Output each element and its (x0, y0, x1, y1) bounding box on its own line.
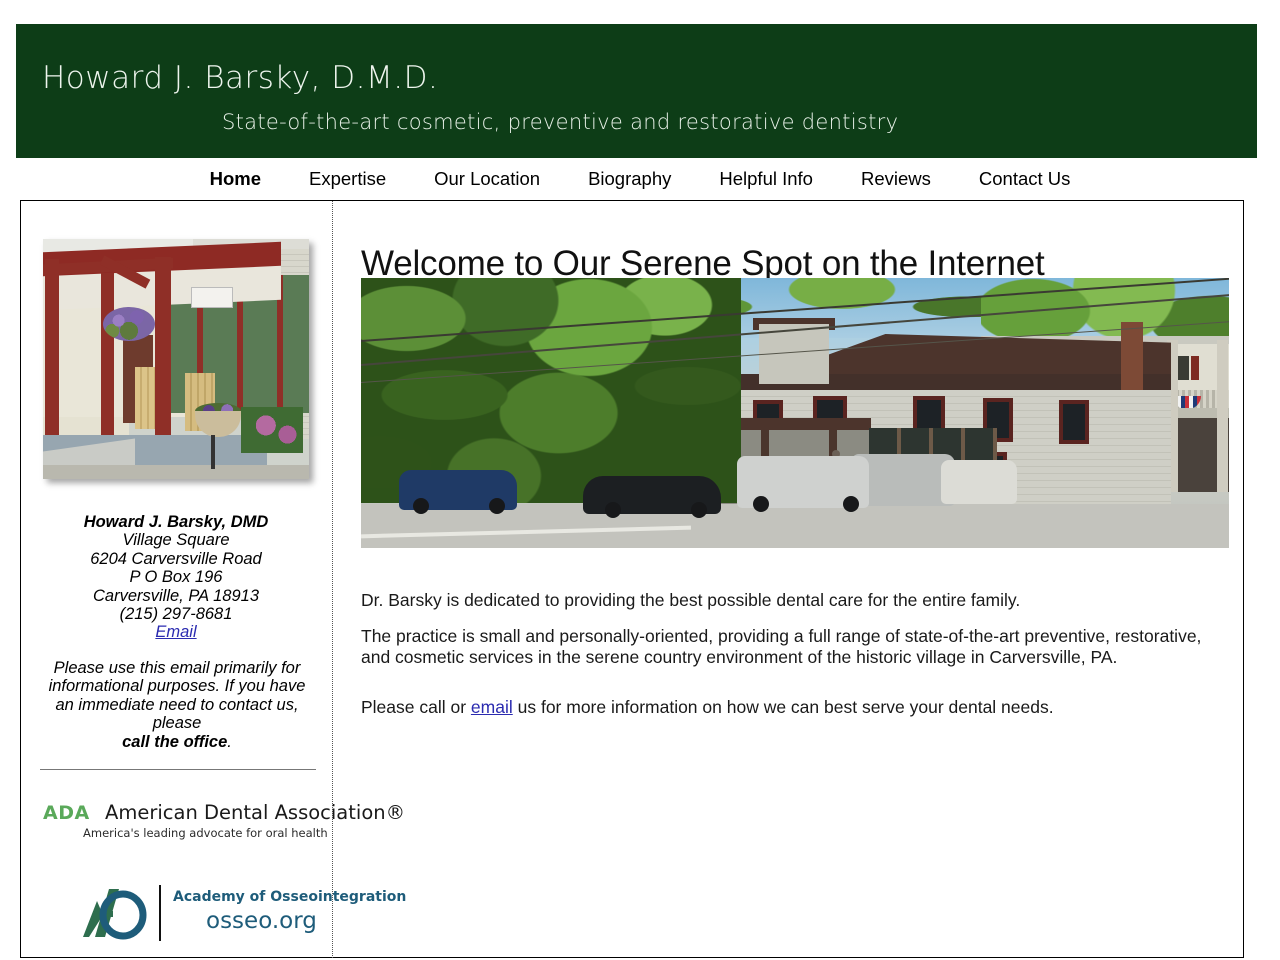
ada-logo[interactable]: ADA American Dental Association® America… (43, 799, 405, 845)
ao-url-text: osseo.org (206, 908, 317, 934)
nav-item-home[interactable]: Home (210, 167, 261, 191)
ada-tagline-text: America's leading advocate for oral heal… (83, 826, 328, 840)
cta-text-after: us for more information on how we can be… (512, 696, 1054, 717)
office-porch-photo (43, 239, 309, 479)
nav-item-helpful-info[interactable]: Helpful Info (719, 167, 813, 191)
sidebar-email-link[interactable]: Email (155, 623, 196, 641)
nav-item-contact-us[interactable]: Contact Us (979, 167, 1071, 191)
main-navigation: Home Expertise Our Location Biography He… (0, 167, 1280, 201)
address-line-1: Village Square (122, 531, 230, 550)
intro-paragraph: Dr. Barsky is dedicated to providing the… (361, 589, 1021, 610)
body-email-link[interactable]: email (471, 697, 513, 717)
address-line-3: P O Box 196 (129, 568, 223, 587)
nav-item-biography[interactable]: Biography (588, 167, 671, 191)
nav-item-reviews[interactable]: Reviews (861, 167, 931, 191)
sidebar: Howard J. Barsky, DMD Village Square 620… (21, 201, 406, 957)
disclaimer-emphasis: call the office (122, 732, 228, 751)
main-content: Welcome to Our Serene Spot on the Intern… (333, 201, 1244, 957)
disclaimer-text: Please use this email primarily for info… (48, 659, 306, 733)
address-line-4: Carversville, PA 18913 (93, 586, 259, 605)
call-to-action-paragraph: Please call or email us for more informa… (361, 697, 1217, 718)
disclaimer-period: . (227, 732, 232, 751)
ada-mark-text: ADA (43, 802, 90, 824)
email-disclaimer: Please use this email primarily for info… (43, 659, 311, 751)
site-header-banner: Howard J. Barsky, D.M.D. State-of-the-ar… (16, 24, 1257, 158)
nav-item-our-location[interactable]: Our Location (434, 167, 540, 191)
address-name: Howard J. Barsky, DMD (83, 513, 269, 531)
cta-text-before: Please call or (361, 696, 471, 717)
sidebar-horizontal-rule (40, 769, 316, 770)
address-phone: (215) 297-8681 (119, 605, 233, 624)
carversville-village-photo (361, 278, 1229, 548)
nav-item-expertise[interactable]: Expertise (309, 167, 386, 191)
ao-monogram-icon (83, 889, 147, 940)
address-line-2: 6204 Carversville Road (90, 549, 262, 568)
practice-tagline: State-of-the-art cosmetic, preventive an… (222, 110, 899, 134)
practice-name: Howard J. Barsky, D.M.D. (42, 60, 439, 96)
practice-address-block: Howard J. Barsky, DMD Village Square 620… (21, 513, 331, 642)
practice-description-paragraph: The practice is small and personally-ori… (361, 625, 1202, 667)
academy-osseointegration-logo[interactable]: Academy of Osseointegration osseo.org (51, 881, 406, 947)
ao-logo-divider (159, 885, 161, 941)
